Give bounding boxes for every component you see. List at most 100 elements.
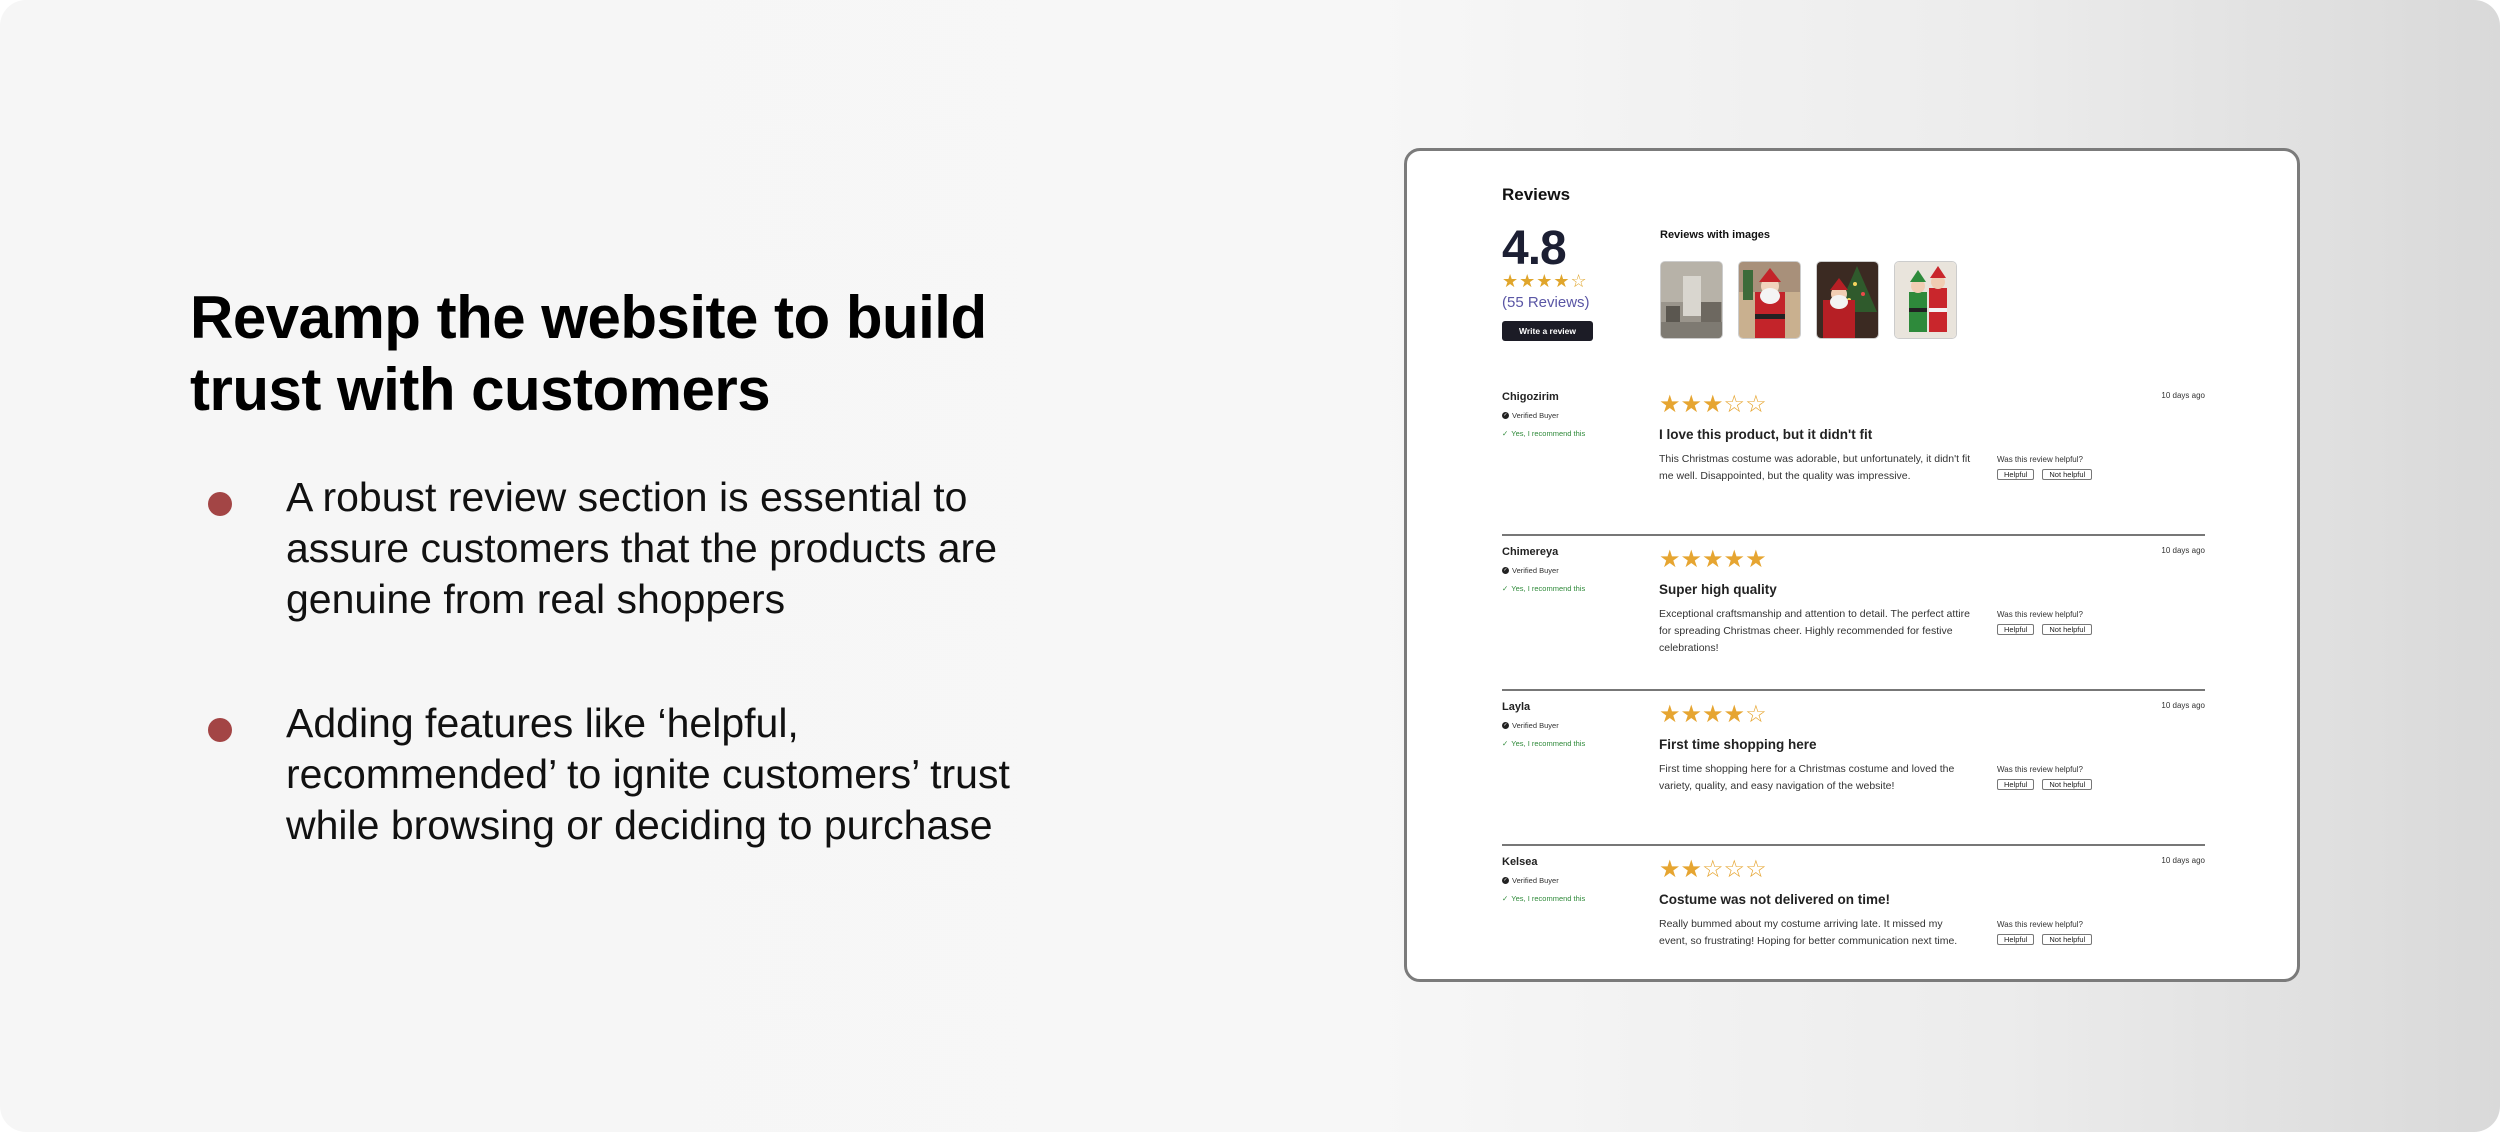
helpful-buttons: Helpful Not helpful	[1997, 779, 2093, 790]
review-item: Chimereya ✓ Verified Buyer ✓ Yes, I recommen…	[1502, 536, 2205, 691]
review-body: First time shopping here for a Christmas…	[1659, 763, 1955, 792]
check-icon: ✓	[1502, 739, 1509, 748]
review-item: Layla ✓ Verified Buyer ✓ Yes, I recommend th…	[1502, 691, 2205, 846]
bullet-text-line: genuine from real shoppers	[286, 576, 786, 622]
helpful-buttons: Helpful Not helpful	[1997, 469, 2093, 480]
review-title: Costume was not delivered on time!	[1659, 892, 1891, 907]
review-title: First time shopping here	[1659, 737, 1817, 752]
review-stars: ★★★★★	[1659, 546, 1767, 574]
write-review-button[interactable]: Write a review	[1502, 321, 1593, 341]
helpful-question: Was this review helpful?	[1997, 610, 2083, 619]
star-empty-icon: ☆	[1723, 391, 1746, 418]
bullet-item: Adding features like ‘helpful, recommend…	[205, 698, 1125, 851]
reviewer-name: Chigozirim	[1502, 391, 1559, 403]
review-item: Kelsea ✓ Verified Buyer ✓ Yes, I recommend t…	[1502, 846, 2205, 979]
check-icon: ✓	[1502, 584, 1509, 593]
helpful-button[interactable]: Helpful	[1997, 934, 2035, 945]
star-filled-icon: ★	[1659, 391, 1681, 418]
headline: Revamp the website to build trust with c…	[190, 282, 1090, 426]
reviews-with-images-title: Reviews with images	[1660, 229, 1771, 241]
star-filled-icon: ★	[1702, 546, 1724, 573]
bullet-text-line: Adding features like ‘helpful,	[286, 700, 799, 746]
review-body: This Christmas costume was adorable, but…	[1659, 453, 1971, 482]
star-empty-icon: ☆	[1702, 856, 1724, 883]
star-filled-icon: ★	[1702, 391, 1724, 418]
average-stars: ★★★★☆	[1502, 271, 1588, 291]
check-circle-icon: ✓	[1502, 877, 1509, 884]
verified-buyer-badge: ✓ Verified Buyer	[1502, 876, 1559, 885]
review-date: 10 days ago	[2161, 546, 2205, 555]
review-item: Chigozirim ✓ Verified Buyer ✓ Yes, I recomme…	[1502, 381, 2205, 536]
review-date: 10 days ago	[2161, 391, 2205, 400]
review-thumbnail-santa[interactable]	[1738, 261, 1801, 339]
average-rating: 4.8	[1502, 222, 1567, 275]
reviews-panel: Reviews 4.8 ★★★★☆ (55 Reviews) Write a r…	[1404, 148, 2300, 982]
headline-line-2: trust with customers	[190, 356, 771, 423]
review-thumbnail-elf[interactable]	[1894, 261, 1957, 339]
review-thumbnail-hallway[interactable]	[1660, 261, 1723, 339]
check-circle-icon: ✓	[1502, 722, 1509, 729]
not-helpful-button[interactable]: Not helpful	[2042, 779, 2093, 790]
star-filled-icon: ★	[1680, 701, 1703, 728]
star-filled-icon: ★	[1680, 546, 1703, 573]
helpful-question: Was this review helpful?	[1997, 920, 2083, 929]
helpful-button[interactable]: Helpful	[1997, 779, 2035, 790]
review-stars: ★★★☆☆	[1659, 391, 1767, 419]
review-stars: ★★☆☆☆	[1659, 856, 1767, 884]
helpful-button[interactable]: Helpful	[1997, 469, 2035, 480]
review-thumbnail-santa-tree[interactable]	[1816, 261, 1879, 339]
bullet-text-line: recommended’ to ignite customers’ trust	[286, 751, 1010, 797]
helpful-question: Was this review helpful?	[1997, 765, 2083, 774]
review-count-link[interactable]: (55 Reviews)	[1502, 294, 1590, 311]
helpful-buttons: Helpful Not helpful	[1997, 624, 2093, 635]
headline-line-1: Revamp the website to build	[190, 284, 987, 351]
not-helpful-button[interactable]: Not helpful	[2042, 469, 2093, 480]
recommend-label: Yes, I recommend this	[1511, 739, 1586, 748]
star-filled-icon: ★	[1723, 701, 1746, 728]
bullet-text-line: assure customers that the products are	[286, 525, 998, 571]
reviewer-name: Chimereya	[1502, 546, 1559, 558]
bullet-dot	[208, 492, 232, 516]
not-helpful-button[interactable]: Not helpful	[2042, 624, 2093, 635]
check-icon: ✓	[1502, 429, 1509, 438]
reviewer-name: Layla	[1502, 701, 1531, 713]
bullet-text-line: A robust review section is essential to	[286, 474, 968, 520]
star-filled-icon: ★	[1659, 546, 1681, 573]
verified-buyer-badge: ✓ Verified Buyer	[1502, 411, 1559, 420]
review-body: Exceptional craftsmanship and attention …	[1659, 608, 1970, 654]
check-circle-icon: ✓	[1502, 412, 1509, 419]
review-image-thumbnails	[1660, 261, 1957, 339]
recommend-label: Yes, I recommend this	[1511, 429, 1586, 438]
star-filled-icon: ★	[1745, 546, 1767, 573]
star-filled-icon: ★	[1659, 701, 1681, 728]
recommend-indicator: ✓ Yes, I recommend this	[1502, 584, 1585, 593]
bullet-dot	[208, 718, 232, 742]
bullet-text-line: while browsing or deciding to purchase	[286, 802, 993, 848]
check-circle-icon: ✓	[1502, 567, 1509, 574]
star-empty-icon: ☆	[1723, 856, 1746, 883]
review-body: Really bummed about my costume arriving …	[1659, 918, 1958, 947]
reviews-title: Reviews	[1502, 185, 1571, 204]
star-filled-icon: ★	[1680, 391, 1703, 418]
star-filled-icon: ★	[1659, 856, 1681, 883]
verified-buyer-badge: ✓ Verified Buyer	[1502, 566, 1559, 575]
star-filled-icon: ★	[1723, 546, 1746, 573]
recommend-indicator: ✓ Yes, I recommend this	[1502, 429, 1585, 438]
helpful-button[interactable]: Helpful	[1997, 624, 2035, 635]
star-filled-icon: ★	[1680, 856, 1703, 883]
star-empty-icon: ☆	[1745, 391, 1767, 418]
recommend-indicator: ✓ Yes, I recommend this	[1502, 894, 1585, 903]
recommend-label: Yes, I recommend this	[1511, 584, 1586, 593]
review-date: 10 days ago	[2161, 701, 2205, 710]
star-empty-icon: ☆	[1745, 856, 1767, 883]
review-date: 10 days ago	[2161, 856, 2205, 865]
bullet-list: A robust review section is essential to …	[205, 472, 1125, 851]
verified-buyer-label: Verified Buyer	[1512, 566, 1559, 575]
slide: Revamp the website to build trust with c…	[0, 0, 2500, 1132]
not-helpful-button[interactable]: Not helpful	[2042, 934, 2093, 945]
bullet-item: A robust review section is essential to …	[205, 472, 1125, 625]
star-empty-icon: ☆	[1745, 701, 1767, 728]
helpful-question: Was this review helpful?	[1997, 455, 2083, 464]
review-stars: ★★★★☆	[1659, 701, 1767, 729]
verified-buyer-label: Verified Buyer	[1512, 411, 1559, 420]
